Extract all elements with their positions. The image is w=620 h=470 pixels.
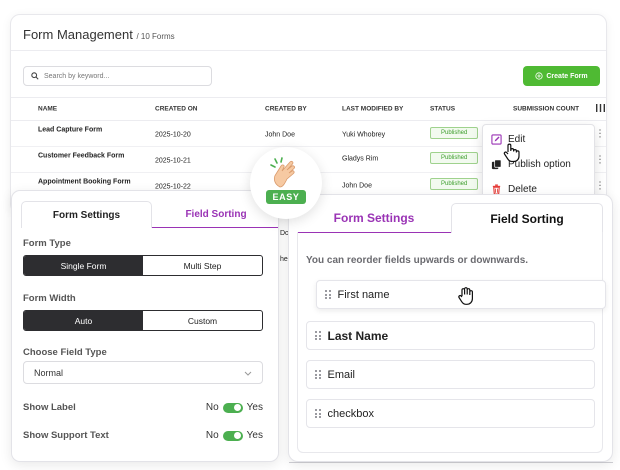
- field-sorting-panel: Form Settings Field Sorting You can reor…: [288, 194, 613, 462]
- table-header: NAME CREATED ON CREATED BY LAST MODIFIED…: [11, 97, 606, 121]
- status-text: Published: [430, 127, 479, 139]
- partial-cell-he: he: [280, 256, 288, 263]
- field-type-select[interactable]: Normal: [23, 361, 263, 384]
- sortable-field[interactable]: checkbox: [306, 399, 595, 428]
- show-label-row: Show Label No Yes: [23, 402, 263, 413]
- field-type-label: Choose Field Type: [23, 347, 107, 358]
- form-type-label: Form Type: [23, 238, 71, 249]
- column-header[interactable]: SUBMISSION COUNT: [513, 106, 579, 113]
- kebab-menu-icon[interactable]: ⋮: [595, 180, 605, 191]
- hand-cursor-icon: [458, 287, 473, 305]
- toggle-off-text: No: [205, 402, 219, 413]
- form-width-custom[interactable]: Custom: [143, 311, 262, 330]
- toggle-on-text: Yes: [246, 402, 263, 413]
- settings-panel: Form Settings Field Sorting Form Type Si…: [11, 190, 279, 462]
- sortable-field[interactable]: Last Name: [306, 321, 595, 350]
- easy-badge: EASY: [250, 147, 322, 219]
- tab-form-settings[interactable]: Form Settings: [21, 201, 152, 228]
- search-icon: [31, 72, 39, 80]
- hand-snap-icon: [270, 157, 295, 188]
- divider: [11, 50, 606, 51]
- toggle-on-text: Yes: [246, 430, 263, 441]
- sortable-field[interactable]: Email: [306, 360, 595, 389]
- edit-icon: [491, 134, 502, 145]
- column-header[interactable]: CREATED ON: [155, 106, 198, 113]
- drag-handle-icon[interactable]: [315, 331, 321, 340]
- create-form-button[interactable]: Create Form: [523, 66, 600, 86]
- form-count: / 10 Forms: [136, 32, 175, 41]
- form-name: Lead Capture Form: [38, 126, 103, 134]
- column-header[interactable]: NAME: [38, 106, 57, 113]
- show-label-toggle[interactable]: [222, 402, 243, 413]
- search-placeholder: Search by keyword...: [44, 72, 110, 80]
- form-type-single[interactable]: Single Form: [24, 256, 143, 275]
- form-name: Customer Feedback Form: [38, 152, 125, 160]
- status-text: Published: [430, 152, 479, 164]
- sorting-hint: You can reorder fields upwards or downwa…: [306, 255, 529, 266]
- tab-form-settings[interactable]: Form Settings: [297, 203, 451, 233]
- column-header[interactable]: LAST MODIFIED BY: [342, 106, 403, 113]
- easy-label: EASY: [266, 190, 306, 204]
- columns-icon[interactable]: [596, 104, 605, 114]
- form-width-label: Form Width: [23, 293, 76, 304]
- show-support-label: Show Support Text: [23, 430, 109, 441]
- chevron-down-icon: [244, 371, 252, 376]
- form-type-multi[interactable]: Multi Step: [143, 256, 262, 275]
- drag-handle-icon[interactable]: [315, 409, 321, 418]
- page-title: Form Management / 10 Forms: [23, 27, 175, 42]
- field-label: checkbox: [327, 407, 374, 420]
- search-input[interactable]: Search by keyword...: [23, 66, 212, 86]
- plus-circle-icon: [535, 72, 543, 80]
- status-text: Published: [430, 178, 479, 190]
- created-on: 2025-10-20: [155, 131, 191, 139]
- create-form-label: Create Form: [546, 72, 588, 80]
- drag-handle-icon[interactable]: [315, 370, 321, 379]
- copy-icon: [491, 159, 502, 170]
- form-type-segmented: Single Form Multi Step: [23, 255, 263, 276]
- row-actions-menu: Edit Publish option Delete: [482, 124, 595, 203]
- column-header[interactable]: CREATED BY: [265, 106, 307, 113]
- field-label: Last Name: [327, 328, 389, 343]
- toggle-off-text: No: [205, 430, 219, 441]
- field-type-value: Normal: [34, 367, 64, 378]
- form-width-segmented: Auto Custom: [23, 310, 263, 331]
- field-label: Email: [327, 368, 356, 381]
- divider: [289, 462, 613, 463]
- kebab-menu-icon[interactable]: ⋮: [595, 128, 605, 139]
- form-width-auto[interactable]: Auto: [24, 311, 143, 330]
- modified-by: John Doe: [342, 182, 372, 190]
- kebab-menu-icon[interactable]: ⋮: [595, 154, 605, 165]
- field-label: First name: [337, 288, 390, 301]
- created-on: 2025-10-21: [155, 157, 191, 165]
- form-name: Appointment Booking Form: [38, 178, 131, 186]
- hand-cursor-icon: [503, 143, 520, 163]
- tab-field-sorting[interactable]: Field Sorting: [451, 203, 603, 233]
- modified-by: Yuki Whobrey: [342, 131, 386, 139]
- created-by: John Doe: [265, 131, 295, 139]
- column-header[interactable]: STATUS: [430, 106, 455, 113]
- show-label-label: Show Label: [23, 402, 76, 413]
- drag-handle-icon[interactable]: [325, 290, 331, 299]
- show-support-row: Show Support Text No Yes: [23, 430, 263, 441]
- modified-by: Gladys Rim: [342, 155, 379, 163]
- page-title-text: Form Management: [23, 27, 133, 42]
- show-support-toggle[interactable]: [222, 430, 243, 441]
